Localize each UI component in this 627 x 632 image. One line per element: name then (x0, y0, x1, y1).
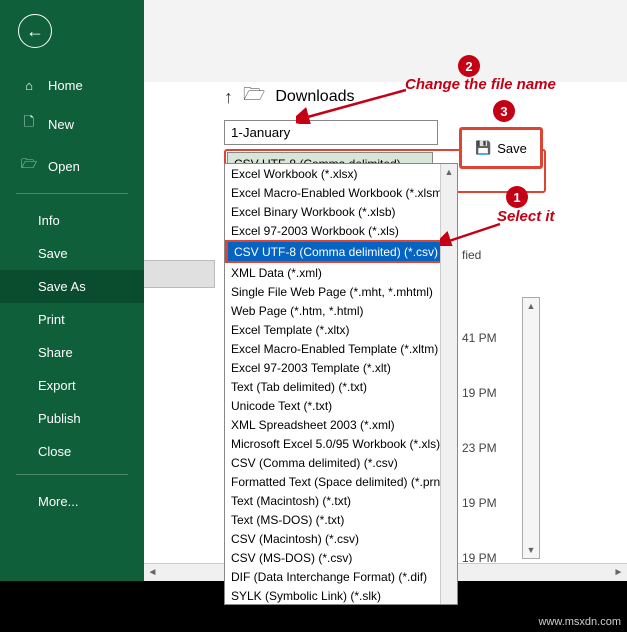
sidebar-label: Save As (38, 279, 86, 294)
sidebar-item-close[interactable]: Close (0, 435, 144, 468)
format-option[interactable]: Unicode Text (*.txt) (225, 396, 457, 415)
sidebar-label: New (48, 117, 74, 132)
sidebar-item-home[interactable]: ⌂ Home (0, 68, 144, 103)
format-option[interactable]: Text (Tab delimited) (*.txt) (225, 377, 457, 396)
format-option[interactable]: Excel 97-2003 Workbook (*.xls) (225, 221, 457, 240)
format-option[interactable]: XML Data (*.xml) (225, 263, 457, 282)
scroll-left-icon[interactable]: ◄ (144, 564, 161, 581)
sidebar-item-publish[interactable]: Publish (0, 402, 144, 435)
watermark: www.msxdn.com (538, 616, 621, 628)
folder-icon[interactable]: 🗁 (243, 82, 265, 112)
format-option[interactable]: CSV (Macintosh) (*.csv) (225, 529, 457, 548)
format-option[interactable]: Microsoft Excel 5.0/95 Workbook (*.xls) (225, 434, 457, 453)
grid-cell (144, 260, 215, 288)
sidebar-item-new[interactable]: 🗋 New (0, 103, 144, 145)
format-option[interactable]: Excel Workbook (*.xlsx) (225, 164, 457, 183)
new-icon: 🗋 (20, 113, 38, 135)
format-option[interactable]: Excel Macro-Enabled Workbook (*.xlsm) (225, 183, 457, 202)
save-button[interactable]: 💾 Save (459, 127, 543, 169)
annotation-badge-2: 2 (458, 55, 480, 77)
file-sidebar: ← ⌂ Home 🗋 New 🗁 Open Info Save Save As … (0, 0, 144, 581)
scroll-up-icon[interactable]: ▲ (441, 164, 457, 180)
scroll-down-icon[interactable]: ▼ (523, 542, 539, 558)
save-icon: 💾 (475, 140, 491, 156)
sidebar-label: Save (38, 246, 68, 261)
sidebar-item-open[interactable]: 🗁 Open (0, 145, 144, 187)
format-option[interactable]: CSV (Comma delimited) (*.csv) (225, 453, 457, 472)
vertical-scrollbar[interactable]: ▲ ▼ (522, 297, 540, 559)
sidebar-label: Print (38, 312, 65, 327)
arrow-left-icon: ← (26, 21, 44, 42)
scroll-up-icon[interactable]: ▲ (523, 298, 539, 314)
format-option[interactable]: DIF (Data Interchange Format) (*.dif) (225, 567, 457, 586)
sidebar-label: Close (38, 444, 71, 459)
sidebar-label: Export (38, 378, 76, 393)
dropdown-scrollbar[interactable]: ▲ (440, 164, 457, 604)
sidebar-label: Home (48, 78, 83, 93)
sidebar-item-save[interactable]: Save (0, 237, 144, 270)
format-option[interactable]: Text (MS-DOS) (*.txt) (225, 510, 457, 529)
format-option[interactable]: Excel Add-in (*.xlam) (225, 605, 457, 624)
format-option[interactable]: Formatted Text (Space delimited) (*.prn) (225, 472, 457, 491)
format-option[interactable]: Web Page (*.htm, *.html) (225, 301, 457, 320)
back-button[interactable]: ← (18, 14, 52, 48)
format-option[interactable]: CSV UTF-8 (Comma delimited) (*.csv) (225, 240, 457, 263)
sidebar-label: Share (38, 345, 73, 360)
sidebar-item-saveas[interactable]: Save As (0, 270, 144, 303)
save-label: Save (497, 141, 527, 156)
sidebar-item-more[interactable]: More... (0, 485, 144, 518)
filename-input[interactable] (224, 120, 438, 145)
up-arrow-icon[interactable]: ↑ (224, 87, 233, 108)
format-option[interactable]: XML Spreadsheet 2003 (*.xml) (225, 415, 457, 434)
sidebar-item-info[interactable]: Info (0, 204, 144, 237)
annotation-badge-3: 3 (493, 100, 515, 122)
column-header-modified: fied (462, 248, 481, 262)
separator (16, 193, 128, 194)
sidebar-item-share[interactable]: Share (0, 336, 144, 369)
format-option[interactable]: Excel Macro-Enabled Template (*.xltm) (225, 339, 457, 358)
scroll-right-icon[interactable]: ► (610, 564, 627, 581)
sidebar-label: Publish (38, 411, 81, 426)
format-dropdown-list: Excel Workbook (*.xlsx)Excel Macro-Enabl… (224, 163, 458, 605)
format-option[interactable]: Text (Macintosh) (*.txt) (225, 491, 457, 510)
format-option[interactable]: CSV (MS-DOS) (*.csv) (225, 548, 457, 567)
format-option[interactable]: SYLK (Symbolic Link) (*.slk) (225, 586, 457, 605)
home-icon: ⌂ (20, 78, 38, 93)
folder-name[interactable]: Downloads (275, 88, 354, 106)
separator (16, 474, 128, 475)
sidebar-label: Info (38, 213, 60, 228)
annotation-badge-1: 1 (506, 186, 528, 208)
sidebar-label: Open (48, 159, 80, 174)
annotation-text-2: Change the file name (405, 76, 556, 93)
sidebar-item-export[interactable]: Export (0, 369, 144, 402)
sidebar-label: More... (38, 494, 78, 509)
format-option[interactable]: Single File Web Page (*.mht, *.mhtml) (225, 282, 457, 301)
open-icon: 🗁 (20, 155, 38, 177)
format-option[interactable]: Excel 97-2003 Template (*.xlt) (225, 358, 457, 377)
annotation-text-1: Select it (497, 208, 555, 225)
grid-background (144, 0, 627, 82)
format-option[interactable]: Excel Template (*.xltx) (225, 320, 457, 339)
format-option[interactable]: Excel Binary Workbook (*.xlsb) (225, 202, 457, 221)
sidebar-item-print[interactable]: Print (0, 303, 144, 336)
